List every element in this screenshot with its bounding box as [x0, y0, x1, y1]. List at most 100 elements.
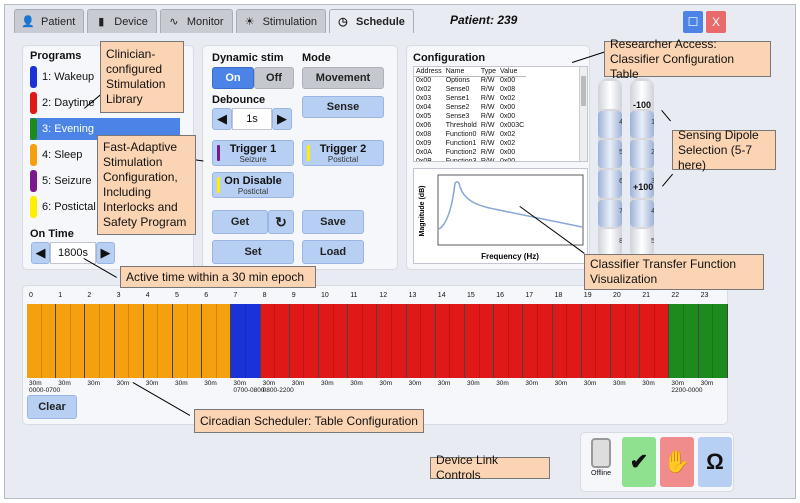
schedule-slot[interactable]	[567, 304, 582, 378]
debounce-increase-button[interactable]: ▶	[272, 108, 292, 130]
schedule-slot[interactable]	[275, 304, 290, 378]
schedule-slot[interactable]	[348, 304, 363, 378]
schedule-slot[interactable]	[333, 304, 349, 378]
schedule-slot[interactable]	[319, 304, 334, 378]
schedule-slot[interactable]	[289, 304, 305, 378]
configuration-table-frame[interactable]: Address Name Type Value 0x00 Options R/W 0x…	[413, 66, 588, 162]
schedule-slot[interactable]	[479, 304, 495, 378]
electrode-contact[interactable]: 8	[598, 229, 622, 258]
on-time-decrease-button[interactable]: ◀	[31, 242, 50, 264]
dipole-electrode-left[interactable]: 4 5 6 7 8	[598, 78, 622, 260]
scrollbar-thumb[interactable]	[581, 76, 586, 106]
schedule-slot[interactable]	[508, 304, 524, 378]
table-row[interactable]: 0x05 Sense3 R/W 0x00	[414, 112, 526, 121]
schedule-slot[interactable]	[713, 304, 728, 378]
schedule-slot[interactable]	[421, 304, 436, 378]
dynamic-stim-off-button[interactable]: Off	[254, 67, 294, 89]
stop-button[interactable]: ✋	[660, 437, 694, 487]
schedule-slot[interactable]	[552, 304, 568, 378]
schedule-slot[interactable]	[465, 304, 480, 378]
schedule-slot[interactable]	[538, 304, 553, 378]
schedule-slot[interactable]	[684, 304, 699, 378]
debounce-value[interactable]: 1s	[232, 108, 272, 130]
set-button[interactable]: Set	[212, 240, 294, 264]
schedule-slot[interactable]	[611, 304, 626, 378]
impedance-button[interactable]: Ω	[698, 437, 732, 487]
clear-button[interactable]: Clear	[27, 395, 77, 419]
schedule-slot[interactable]	[231, 304, 246, 378]
table-row[interactable]: 0x08 Function0 R/W 0x02	[414, 130, 526, 139]
table-row[interactable]: 0x0B Function3 R/W 0x00	[414, 157, 526, 161]
schedule-slot[interactable]	[625, 304, 641, 378]
close-button[interactable]: X	[706, 11, 726, 33]
mode-sense-button[interactable]: Sense	[302, 96, 384, 118]
refresh-icon[interactable]: ↻	[268, 210, 294, 234]
table-scrollbar[interactable]	[579, 67, 587, 161]
schedule-slot[interactable]	[27, 304, 42, 378]
schedule-slot[interactable]	[129, 304, 144, 378]
save-button[interactable]: Save	[302, 210, 364, 234]
schedule-slot[interactable]	[698, 304, 714, 378]
schedule-slot[interactable]	[202, 304, 217, 378]
schedule-slot[interactable]	[377, 304, 392, 378]
mode-movement-button[interactable]: Movement	[302, 67, 384, 89]
on-disable-button[interactable]: On Disable Postictal	[212, 172, 294, 198]
schedule-slot[interactable]	[158, 304, 173, 378]
electrode-contact[interactable]	[598, 81, 622, 109]
table-row[interactable]: 0x00 Options R/W 0x00	[414, 76, 526, 85]
schedule-slot[interactable]	[669, 304, 684, 378]
connect-button[interactable]: ✔	[622, 437, 656, 487]
electrode-contact[interactable]: 4	[598, 110, 622, 139]
schedule-slot[interactable]	[41, 304, 57, 378]
schedule-slot[interactable]	[85, 304, 100, 378]
on-time-increase-button[interactable]: ▶	[96, 242, 115, 264]
electrode-contact[interactable]: 4	[630, 199, 654, 228]
schedule-slot[interactable]	[143, 304, 159, 378]
schedule-slot[interactable]	[56, 304, 71, 378]
schedule-slot[interactable]	[406, 304, 422, 378]
schedule-slot[interactable]	[494, 304, 509, 378]
configuration-table[interactable]: Address Name Type Value 0x00 Options R/W 0x…	[414, 67, 527, 161]
schedule-slot[interactable]	[581, 304, 597, 378]
restore-button[interactable]: ☐	[683, 11, 703, 33]
schedule-slot[interactable]	[246, 304, 261, 378]
schedule-slot[interactable]	[435, 304, 451, 378]
get-button[interactable]: Get	[212, 210, 268, 234]
tab-schedule[interactable]: ◷ Schedule	[328, 9, 414, 33]
schedule-slot[interactable]	[260, 304, 276, 378]
electrode-contact[interactable]: 5	[598, 140, 622, 169]
table-row[interactable]: 0x0A Function2 R/W 0x00	[414, 148, 526, 157]
schedule-slot[interactable]	[216, 304, 232, 378]
dynamic-stim-on-button[interactable]: On	[212, 67, 254, 89]
schedule-slot[interactable]	[70, 304, 86, 378]
schedule-slot[interactable]	[450, 304, 465, 378]
trigger2-button[interactable]: Trigger 2 Postictal	[302, 140, 384, 166]
tab-patient[interactable]: 👤 Patient	[14, 9, 85, 33]
table-row[interactable]: 0x06 Threshold R/W 0x003C	[414, 121, 526, 130]
table-row[interactable]: 0x03 Sense1 R/W 0x02	[414, 94, 526, 103]
tab-monitor[interactable]: ∿ Monitor	[159, 9, 233, 33]
tab-stimulation[interactable]: ☀ Stimulation	[235, 9, 326, 33]
schedule-slot[interactable]	[100, 304, 115, 378]
schedule-slot[interactable]	[173, 304, 188, 378]
table-row[interactable]: 0x04 Sense2 R/W 0x00	[414, 103, 526, 112]
electrode-contact[interactable]: 6	[598, 170, 622, 198]
schedule-slot[interactable]	[654, 304, 670, 378]
schedule-slot[interactable]	[523, 304, 538, 378]
schedule-slot[interactable]	[187, 304, 203, 378]
schedule-slot[interactable]	[114, 304, 130, 378]
tab-device[interactable]: ▮ Device	[87, 9, 157, 33]
electrode-contact[interactable]: 1	[630, 110, 654, 139]
electrode-contact[interactable]: 7	[598, 199, 622, 228]
schedule-slot[interactable]	[304, 304, 319, 378]
electrode-contact[interactable]: 2	[630, 140, 654, 169]
schedule-slot[interactable]	[640, 304, 655, 378]
table-row[interactable]: 0x09 Function1 R/W 0x02	[414, 139, 526, 148]
debounce-decrease-button[interactable]: ◀	[212, 108, 232, 130]
schedule-slot[interactable]	[362, 304, 378, 378]
schedule-slot[interactable]	[596, 304, 611, 378]
schedule-slot[interactable]	[392, 304, 407, 378]
table-row[interactable]: 0x02 Sense0 R/W 0x08	[414, 85, 526, 94]
load-button[interactable]: Load	[302, 240, 364, 264]
trigger1-button[interactable]: Trigger 1 Seizure	[212, 140, 294, 166]
